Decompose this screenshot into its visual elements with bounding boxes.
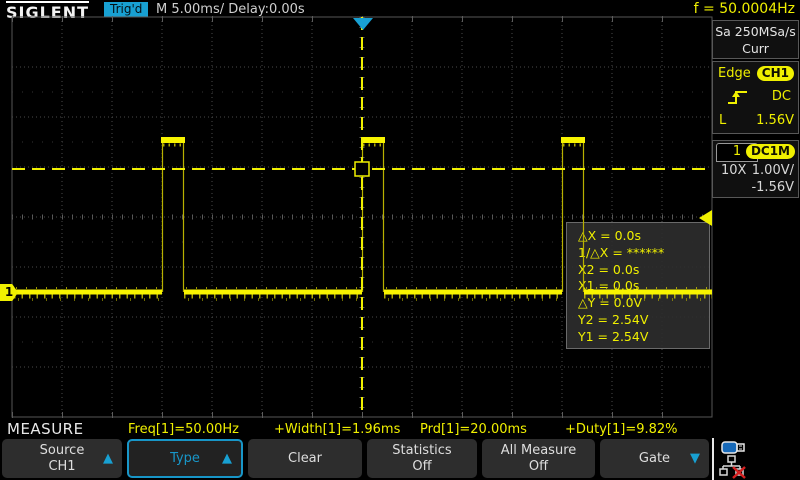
statistics-button[interactable]: Statistics Off (367, 439, 477, 478)
waveform-display-area: △X = 0.0s 1/△X = ****** X2 = 0.0s X1 = 0… (0, 0, 713, 438)
statistics-button-value: Off (412, 459, 431, 475)
all-measure-button[interactable]: All Measure Off (482, 439, 595, 478)
source-button-value: CH1 (48, 459, 75, 475)
cursor-x2: X2 = 0.0s (578, 262, 709, 279)
trigger-mode: Edge (718, 66, 751, 81)
all-measure-button-label: All Measure (501, 443, 577, 459)
measurement-pos-duty: +Duty[1]=9.82% (565, 422, 678, 437)
usb-icon (721, 440, 751, 456)
cursor-delta-x: △X = 0.0s (578, 228, 709, 245)
measurement-pos-width: +Width[1]=1.96ms (274, 422, 400, 437)
gate-button[interactable]: Gate ▼ (600, 439, 709, 478)
cursor-readout-box: △X = 0.0s 1/△X = ****** X2 = 0.0s X1 = 0… (566, 222, 710, 349)
menu-divider (712, 438, 714, 480)
sample-rate: Sa 250MSa/s (713, 23, 798, 40)
volts-per-div: 1.00V/ (752, 163, 794, 178)
channel1-panel: 1 DC1M 10X 1.00V/ -1.56V (712, 140, 799, 198)
measurement-freq: Freq[1]=50.00Hz (128, 422, 239, 437)
soft-menu-bar: Source CH1 ▲ Type ▲ Clear Statistics Off… (0, 438, 800, 480)
measurement-period: Prd[1]=20.00ms (420, 422, 527, 437)
clear-button-label: Clear (288, 451, 322, 467)
cursor-x1: X1 = 0.0s (578, 278, 709, 295)
type-button-label: Type (170, 451, 200, 467)
oscilloscope-screen: SIGLENT Trig'd M 5.00ms/ Delay:0.00s f =… (0, 0, 800, 480)
channel-coupling-badge: DC1M (746, 144, 795, 159)
source-button[interactable]: Source CH1 ▲ (2, 439, 122, 478)
acquisition-panel: Sa 250MSa/s Curr 17.5Mpts (712, 20, 799, 59)
graticule-grid (0, 0, 713, 438)
lan-disconnected-icon (718, 455, 748, 479)
cursor-inverse-delta-x: 1/△X = ****** (578, 245, 709, 262)
cursor-y1: Y1 = 2.54V (578, 329, 709, 346)
down-arrow-icon: ▼ (690, 451, 700, 467)
probe-attenuation: 10X (721, 163, 746, 178)
trigger-panel: Edge CH1 DC L 1.56V (712, 61, 799, 134)
trigger-coupling: DC (772, 89, 791, 104)
cursor-delta-y: △Y = 0.0V (578, 295, 709, 312)
all-measure-button-value: Off (529, 459, 548, 475)
up-arrow-icon: ▲ (222, 451, 232, 467)
trigger-level-value: 1.56V (756, 113, 794, 128)
cursor-y2: Y2 = 2.54V (578, 312, 709, 329)
measure-title: MEASURE (7, 420, 84, 438)
gate-button-label: Gate (639, 451, 670, 467)
rising-edge-icon (727, 87, 749, 107)
status-icons (716, 439, 800, 479)
trigger-source-badge: CH1 (757, 66, 794, 81)
clear-button[interactable]: Clear (248, 439, 362, 478)
measure-strip: MEASURE Freq[1]=50.00Hz +Width[1]=1.96ms… (0, 419, 800, 438)
trigger-level-label: L (719, 113, 726, 128)
source-button-label: Source (40, 443, 85, 459)
channel-offset: -1.56V (751, 180, 794, 195)
up-arrow-icon: ▲ (103, 451, 113, 467)
type-button[interactable]: Type ▲ (127, 439, 243, 478)
statistics-button-label: Statistics (392, 443, 451, 459)
